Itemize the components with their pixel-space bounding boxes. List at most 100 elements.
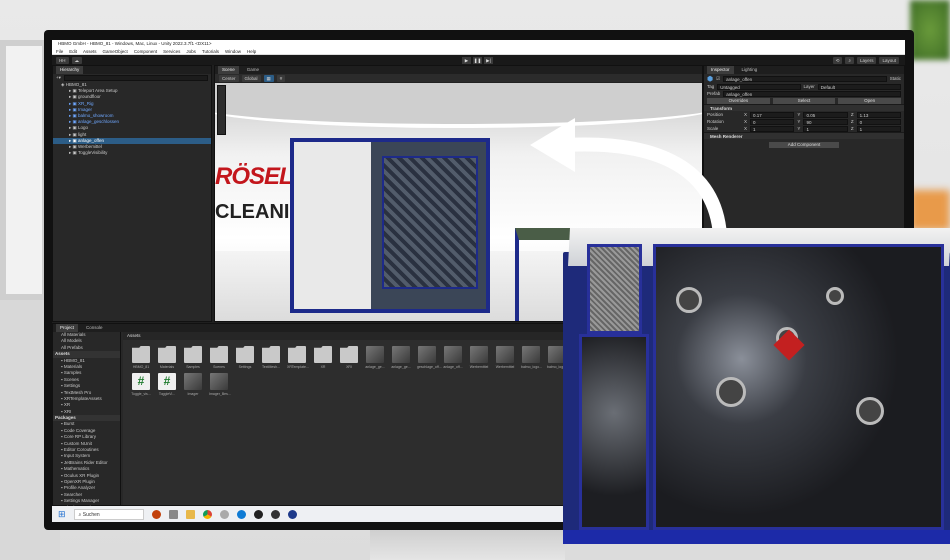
rotation-x[interactable]: 0 bbox=[750, 118, 795, 125]
asset-item[interactable]: balmo_logo... bbox=[521, 346, 542, 369]
folder-label: HBMO_81 bbox=[63, 357, 85, 363]
prefab-field[interactable]: anlage_offen bbox=[723, 90, 901, 97]
tab-console[interactable]: Console bbox=[82, 324, 107, 332]
asset-item[interactable]: Werbemittel bbox=[469, 346, 489, 369]
layer-label: Layer bbox=[803, 84, 815, 89]
asset-label: Samples bbox=[186, 365, 200, 369]
asset-item[interactable]: anlage_ge... bbox=[391, 346, 411, 369]
texture-thumbnail bbox=[444, 346, 462, 363]
menu-item-assets[interactable]: Assets bbox=[83, 48, 97, 54]
add-component-button[interactable]: Add Component bbox=[769, 141, 839, 148]
hierarchy-panel: Hierarchy +▾ ◈ HBMO_81 ▸ ▣ Teleport Area … bbox=[52, 65, 212, 322]
asset-folder[interactable]: Materials bbox=[157, 346, 177, 369]
asset-folder[interactable]: XR bbox=[313, 346, 333, 369]
scale-y[interactable]: 1 bbox=[803, 125, 848, 132]
hierarchy-item-label: ToggleVisibility bbox=[77, 150, 108, 156]
taskbar-search[interactable]: ⌕ Suchen bbox=[73, 508, 144, 520]
windows-start-icon[interactable]: ⊞ bbox=[58, 509, 66, 520]
asset-item[interactable]: Werbemittel bbox=[495, 346, 515, 369]
account-button[interactable]: HH bbox=[56, 56, 69, 64]
menu-item-edit[interactable]: Edit bbox=[69, 48, 77, 54]
play-button[interactable]: ▶ bbox=[462, 57, 471, 64]
tab-scene[interactable]: Scene bbox=[218, 66, 239, 74]
menu-item-gameobject[interactable]: GameObject bbox=[103, 48, 128, 54]
texture-thumbnail bbox=[496, 346, 514, 363]
position-y[interactable]: 0.05 bbox=[803, 111, 848, 118]
app-icon[interactable] bbox=[219, 509, 229, 519]
hierarchy-item-label: anlage_geschlossen bbox=[78, 119, 120, 125]
menu-item-file[interactable]: File bbox=[56, 48, 63, 54]
menu-item-help[interactable]: Help bbox=[247, 48, 256, 54]
tab-project[interactable]: Project bbox=[56, 324, 79, 332]
app-icon-2[interactable] bbox=[287, 509, 297, 519]
asset-item[interactable]: anlage_ge... bbox=[365, 346, 385, 369]
asset-item[interactable]: geschlage_off... bbox=[417, 346, 442, 369]
tag-dropdown[interactable]: Untagged bbox=[717, 83, 801, 90]
package-label: Burst bbox=[63, 421, 75, 427]
scale-x[interactable]: 1 bbox=[750, 125, 795, 132]
layout-dropdown[interactable]: Layout bbox=[879, 57, 899, 64]
oculus-icon[interactable] bbox=[270, 509, 280, 519]
tab-hierarchy[interactable]: Hierarchy bbox=[56, 66, 84, 74]
layers-dropdown[interactable]: Layers bbox=[856, 57, 877, 64]
layer-dropdown[interactable]: Default bbox=[817, 83, 901, 90]
unity-hub-icon[interactable] bbox=[253, 509, 263, 519]
tab-inspector[interactable]: Inspector bbox=[707, 66, 734, 74]
scale-z[interactable]: 1 bbox=[856, 125, 901, 132]
menu-item-component[interactable]: Component bbox=[134, 48, 157, 54]
tool-palette[interactable] bbox=[217, 85, 226, 135]
asset-folder[interactable]: XRI bbox=[339, 346, 359, 369]
file-explorer-icon[interactable] bbox=[185, 509, 195, 519]
select-button[interactable]: Select bbox=[772, 97, 836, 104]
wall-logo: RÖSEL bbox=[215, 163, 294, 190]
global-dropdown[interactable]: Global bbox=[241, 74, 261, 82]
folder-icon bbox=[262, 346, 280, 363]
add-icon[interactable]: +▾ bbox=[56, 75, 61, 81]
pause-button[interactable]: ❚❚ bbox=[473, 57, 482, 64]
folder-label: XRI bbox=[63, 408, 72, 414]
tab-lighting[interactable]: Lighting bbox=[738, 66, 762, 74]
search-icon[interactable]: ⌕ bbox=[845, 57, 854, 64]
asset-item[interactable]: # ToggleVi... bbox=[157, 373, 177, 396]
object-name-field[interactable]: anlage_offen bbox=[723, 75, 887, 82]
asset-item[interactable]: Imager_Bes... bbox=[209, 373, 231, 396]
menu-item-tutorials[interactable]: Tutorials bbox=[202, 48, 219, 54]
menu-item-window[interactable]: Window bbox=[225, 48, 241, 54]
asset-folder[interactable]: XRTemplate... bbox=[287, 346, 309, 369]
hierarchy-item[interactable]: ▸ ▣ ToggleVisibility bbox=[53, 150, 211, 156]
step-button[interactable]: ▶| bbox=[484, 57, 493, 64]
grid-icon[interactable]: # bbox=[276, 74, 286, 82]
snap-icon[interactable]: ▦ bbox=[263, 74, 274, 82]
package-label: Searcher bbox=[63, 491, 83, 497]
rotation-z[interactable]: 0 bbox=[856, 118, 901, 125]
asset-folder[interactable]: Settings bbox=[235, 346, 255, 369]
chrome-icon[interactable] bbox=[202, 509, 212, 519]
static-toggle[interactable]: Static bbox=[890, 76, 901, 81]
active-checkbox[interactable]: ☑ bbox=[716, 76, 720, 82]
asset-folder[interactable]: Samples bbox=[183, 346, 203, 369]
asset-folder[interactable]: Scenes bbox=[209, 346, 229, 369]
menu-item-jobs[interactable]: Jobs bbox=[186, 48, 196, 54]
weather-icon[interactable] bbox=[151, 509, 161, 519]
edge-icon[interactable] bbox=[236, 509, 246, 519]
asset-folder[interactable]: TextMesh... bbox=[261, 346, 281, 369]
asset-folder[interactable]: HBMO_81 bbox=[131, 346, 151, 369]
position-z[interactable]: 1.13 bbox=[856, 111, 901, 118]
tab-game[interactable]: Game bbox=[243, 66, 263, 74]
cloud-icon[interactable]: ☁ bbox=[71, 56, 82, 64]
task-view-icon[interactable] bbox=[168, 509, 178, 519]
pivot-center-dropdown[interactable]: Center bbox=[219, 74, 239, 82]
asset-item[interactable]: Imager bbox=[183, 373, 203, 396]
open-button[interactable]: Open bbox=[838, 97, 902, 104]
asset-label: Imager_Bes... bbox=[209, 392, 231, 396]
rotation-y[interactable]: 90 bbox=[803, 118, 848, 125]
history-icon[interactable]: ⟲ bbox=[832, 57, 843, 64]
prefab-label: Prefab bbox=[707, 91, 721, 96]
machine-model[interactable] bbox=[290, 138, 490, 313]
position-x[interactable]: 0.17 bbox=[750, 111, 795, 118]
asset-item[interactable]: # Toggle_vis... bbox=[131, 373, 151, 396]
hierarchy-search[interactable] bbox=[63, 75, 208, 81]
menu-item-services[interactable]: Services bbox=[163, 48, 180, 54]
asset-item[interactable]: anlage_off... bbox=[443, 346, 463, 369]
curved-arrow-icon bbox=[530, 118, 727, 236]
